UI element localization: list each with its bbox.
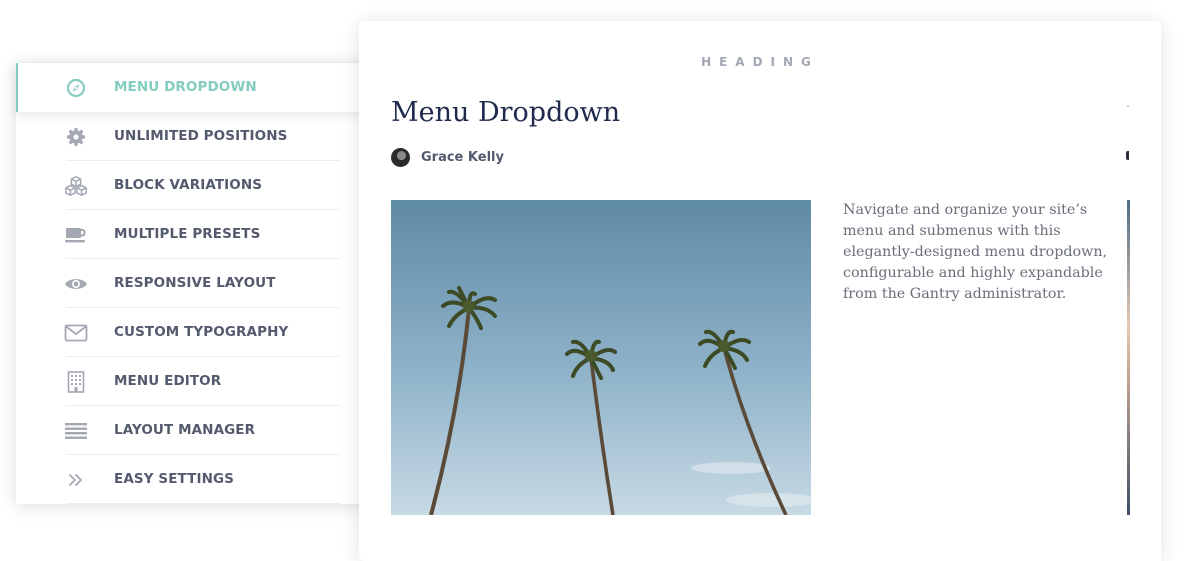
carousel-clip <box>1130 81 1161 561</box>
section-heading: HEADING <box>701 55 819 69</box>
menu-divider <box>66 503 340 504</box>
menu-item-block-variations[interactable]: BLOCK VARIATIONS <box>16 161 376 210</box>
article-description: Navigate and organize your site’s menu a… <box>843 202 1108 302</box>
double-chevron-right-icon <box>64 469 88 491</box>
author-avatar <box>391 147 410 167</box>
menu-item-label: RESPONSIVE LAYOUT <box>114 275 276 291</box>
menu-item-label: CUSTOM TYPOGRAPHY <box>114 324 289 340</box>
author-name[interactable]: Grace Kelly <box>421 150 504 165</box>
menu-item-unlimited-positions[interactable]: UNLIMITED POSITIONS <box>16 112 376 161</box>
menu-item-easy-settings[interactable]: EASY SETTINGS <box>16 455 376 504</box>
menu-item-menu-dropdown[interactable]: MENU DROPDOWN <box>16 63 376 112</box>
menu-item-label: LAYOUT MANAGER <box>114 422 256 438</box>
menu-item-menu-editor[interactable]: MENU EDITOR <box>16 357 376 406</box>
next-slide-peek <box>1127 105 1129 107</box>
next-slide-avatar-peek <box>1126 151 1129 160</box>
menu-item-label: UNLIMITED POSITIONS <box>114 128 288 144</box>
menu-item-label: MENU DROPDOWN <box>114 79 257 95</box>
menu-item-label: MENU EDITOR <box>114 373 222 389</box>
compass-icon <box>64 77 88 99</box>
menu-item-multiple-presets[interactable]: MULTIPLE PRESETS <box>16 210 376 259</box>
article-byline: Grace Kelly <box>391 147 504 167</box>
coffee-cup-icon <box>64 224 88 246</box>
content-panel: HEADING Menu Dropdown Grace Kelly Naviga… <box>359 21 1161 561</box>
eye-icon <box>64 273 88 295</box>
cubes-icon <box>64 175 88 197</box>
menu-item-responsive-layout[interactable]: RESPONSIVE LAYOUT <box>16 259 376 308</box>
building-icon <box>64 371 88 393</box>
menu-item-label: EASY SETTINGS <box>114 471 234 487</box>
menu-item-custom-typography[interactable]: CUSTOM TYPOGRAPHY <box>16 308 376 357</box>
feature-menu: MENU DROPDOWN UNLIMITED POSITIONS BLOCK … <box>16 63 376 504</box>
menu-item-label: MULTIPLE PRESETS <box>114 226 261 242</box>
gear-icon <box>64 126 88 148</box>
palm-trees-photo[interactable] <box>391 200 811 515</box>
menu-item-layout-manager[interactable]: LAYOUT MANAGER <box>16 406 376 455</box>
menu-item-label: BLOCK VARIATIONS <box>114 177 263 193</box>
article-title[interactable]: Menu Dropdown <box>391 97 620 128</box>
envelope-icon <box>64 322 88 344</box>
list-icon <box>64 420 88 442</box>
